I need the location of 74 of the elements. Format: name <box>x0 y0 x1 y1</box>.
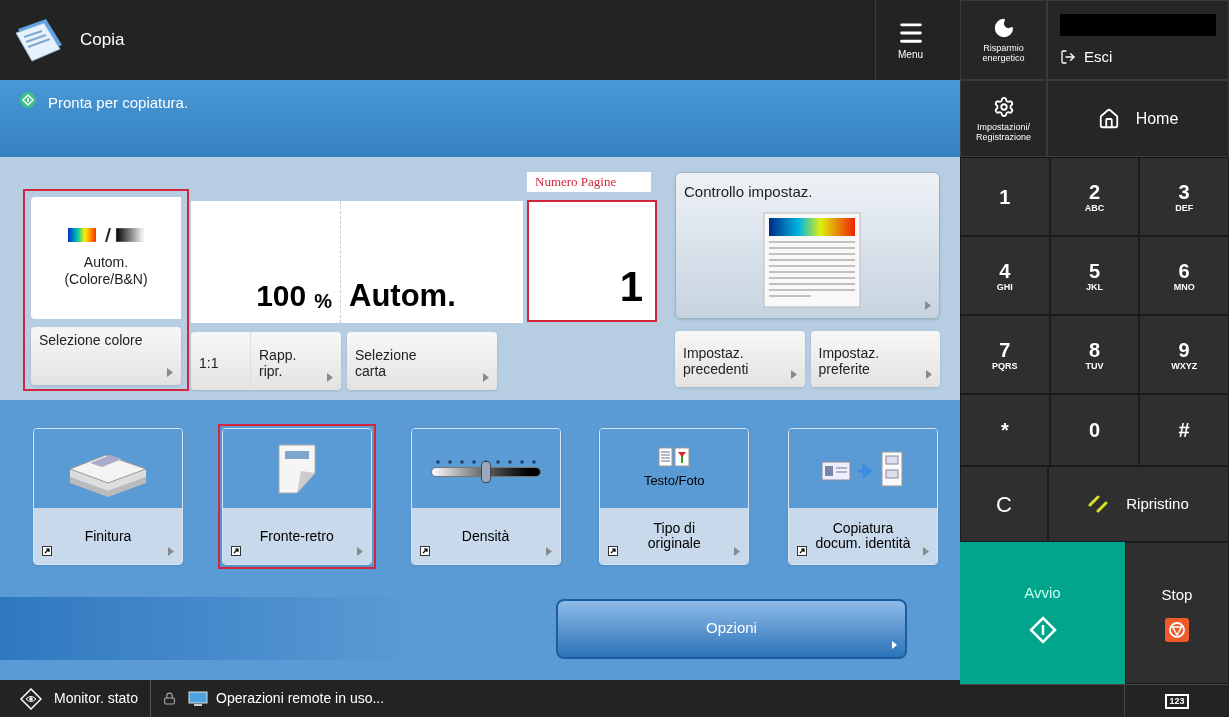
caret-icon <box>168 547 174 556</box>
status-message: Pronta per copiatura. <box>48 93 189 113</box>
moon-icon <box>992 17 1015 39</box>
caret-icon <box>734 547 741 556</box>
caret-icon <box>926 370 932 379</box>
keypad-key[interactable]: 0 <box>1049 394 1140 466</box>
function-tile[interactable]: Finitura <box>33 428 183 565</box>
function-tile[interactable]: Densità <box>410 428 561 565</box>
preset-button[interactable]: Impostaz. preferite <box>810 331 940 387</box>
stop-button[interactable]: Stop <box>1125 542 1229 684</box>
function-tile[interactable]: Testo/Foto Tipo di originale <box>599 428 750 565</box>
ratio-button[interactable]: Rapp. ripr. <box>251 332 341 390</box>
function-tile[interactable]: Copiatura docum. identità <box>788 428 938 565</box>
keypad-key[interactable]: # <box>1139 394 1229 466</box>
settings-check-button[interactable]: Controllo impostaz. <box>675 172 940 319</box>
color-select-button[interactable]: Selezione colore <box>31 327 181 385</box>
stop-icon <box>1165 618 1189 643</box>
home-button[interactable]: Home <box>1047 80 1229 157</box>
shortcut-icon <box>42 546 52 556</box>
logout-icon <box>1060 49 1076 66</box>
caret-icon <box>790 370 797 379</box>
keypad-key[interactable]: 4 GHI <box>960 236 1050 315</box>
status-monitor-button[interactable]: Monitor. stato <box>0 680 152 717</box>
function-tile[interactable]: Fronte-retro <box>221 428 372 565</box>
caret-icon <box>925 301 931 310</box>
keypad-key[interactable]: 9 WXYZ <box>1139 315 1229 394</box>
keypad-key[interactable]: 2 ABC <box>1049 157 1140 236</box>
monitor-icon <box>188 690 209 707</box>
energy-saver-button[interactable]: Risparmio energetico <box>960 0 1047 80</box>
app-title: Copia <box>80 29 125 52</box>
copies-field[interactable]: 1 <box>527 200 657 322</box>
shortcut-icon <box>419 546 430 556</box>
lock-icon <box>163 692 177 705</box>
tile-caption: Testo/Foto <box>643 471 705 490</box>
ready-status-icon <box>20 92 36 108</box>
card-to-page-icon <box>820 449 906 488</box>
document-preview-icon <box>762 211 861 308</box>
keypad-key[interactable]: * <box>960 394 1050 466</box>
paper-select-button[interactable]: Selezione carta <box>347 332 497 390</box>
reset-button[interactable]: Ripristino <box>1048 466 1229 542</box>
shortcut-icon <box>797 546 807 556</box>
folded-page-icon <box>276 442 317 495</box>
color-bw-icon <box>68 228 144 242</box>
page-count-annotation: Numero Pagine <box>527 172 651 192</box>
preset-button[interactable]: Impostaz. precedenti <box>675 331 805 387</box>
scale-dots-icon <box>435 460 536 464</box>
caret-icon <box>483 373 489 382</box>
keypad-key[interactable]: 3 DEF <box>1139 157 1229 236</box>
ratio-value: 100 % <box>191 201 341 323</box>
shortcut-icon <box>230 546 241 556</box>
keypad-key[interactable]: 8 TUV <box>1049 315 1140 394</box>
keypad-key[interactable]: 5 JKL <box>1049 236 1140 315</box>
caret-icon <box>545 547 552 556</box>
settings-icon <box>992 95 1015 118</box>
caret-icon <box>327 373 333 382</box>
caret-icon <box>167 368 173 377</box>
settings-registration-button[interactable]: Impostazioni/ Registrazione <box>960 80 1047 157</box>
start-icon <box>1028 616 1057 645</box>
caret-icon <box>923 547 929 556</box>
shortcut-icon <box>608 546 619 556</box>
text-photo-icon <box>658 446 691 467</box>
remote-status-text: Operazioni remote in uso... <box>216 689 385 708</box>
caret-icon <box>356 547 363 556</box>
keypad-key[interactable]: 7 PQRS <box>960 315 1050 394</box>
caret-icon <box>892 640 897 649</box>
keypad-key[interactable]: 6 MNO <box>1139 236 1229 315</box>
ratio-1-1-button[interactable]: 1:1 <box>191 332 251 390</box>
color-mode-value: Autom. (Colore/B&N) <box>64 254 148 288</box>
eye-diamond-icon <box>20 687 42 710</box>
keypad-toggle-button[interactable]: 123 <box>1165 693 1189 709</box>
clear-key[interactable]: C <box>960 466 1048 542</box>
keypad-key[interactable]: 1 <box>960 157 1050 236</box>
home-icon <box>1097 107 1120 130</box>
paper-value: Autom. <box>348 277 457 315</box>
